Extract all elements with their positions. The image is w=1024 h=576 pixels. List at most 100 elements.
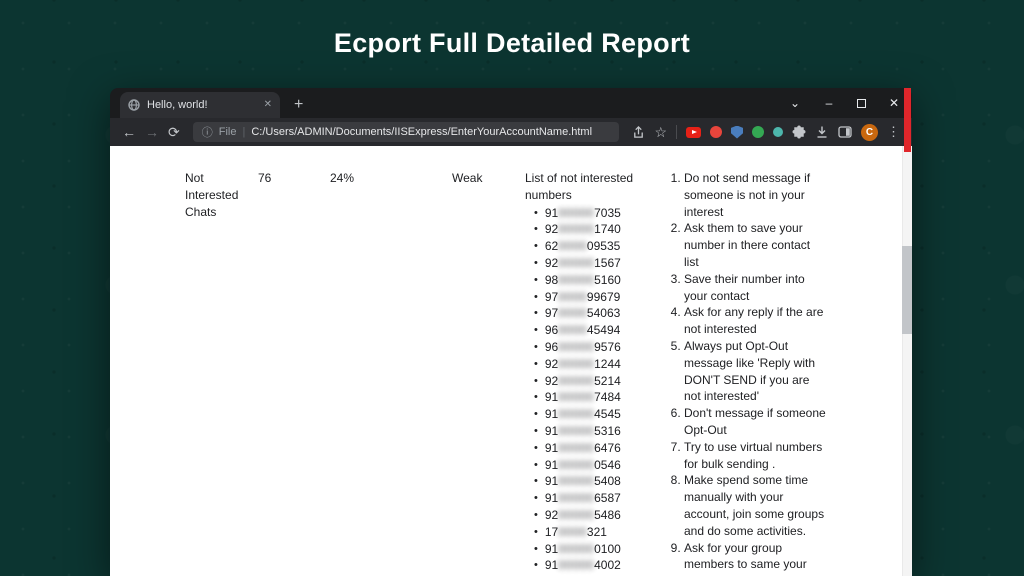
red-edge-strip bbox=[904, 88, 911, 152]
bullet-icon: • bbox=[534, 557, 538, 574]
bullet-icon: • bbox=[534, 423, 538, 440]
phone-number-text: 91000005316 bbox=[545, 423, 621, 440]
toolbar-right-icons: ☆ C ⋮ bbox=[632, 124, 900, 141]
phone-number-text: 91000004002 bbox=[545, 557, 621, 574]
phone-number-item: • 91000006476 bbox=[534, 440, 647, 457]
tip-item: Always put Opt-Out message like 'Reply w… bbox=[684, 338, 826, 405]
phone-number-item: • 91000000100 bbox=[534, 541, 647, 558]
youtube-extension-icon[interactable] bbox=[686, 127, 701, 138]
red-extension-icon[interactable] bbox=[710, 126, 722, 138]
bullet-icon: • bbox=[534, 255, 538, 272]
phone-number-item: • 97000099679 bbox=[534, 289, 647, 306]
window-close-icon[interactable]: ✕ bbox=[888, 97, 900, 109]
phone-number-text: 91000000100 bbox=[545, 541, 621, 558]
page-scrollbar-thumb[interactable] bbox=[902, 246, 912, 334]
phone-number-item: •91000005408 bbox=[534, 473, 647, 490]
window-minimize-icon[interactable]: – bbox=[823, 97, 835, 109]
bullet-icon: • bbox=[534, 406, 538, 423]
phone-number-item: • 97000054063 bbox=[534, 305, 647, 322]
bullet-icon: • bbox=[534, 322, 538, 339]
page-scrollbar-track[interactable] bbox=[902, 146, 912, 576]
tip-item: Ask for your group members to same your … bbox=[684, 540, 826, 576]
tab-close-icon[interactable]: ✕ bbox=[264, 100, 272, 110]
phone-number-text: 91000007035 bbox=[545, 205, 621, 222]
toolbar-separator bbox=[676, 125, 677, 139]
browser-toolbar: ← → ⟳ ⓘ File | C:/Users/ADMIN/Documents/… bbox=[110, 118, 912, 146]
bullet-icon: • bbox=[534, 356, 538, 373]
back-icon[interactable]: ← bbox=[122, 125, 136, 139]
phone-number-text: 92000005214 bbox=[545, 373, 621, 390]
phone-number-text: 91000004545 bbox=[545, 406, 621, 423]
address-divider: | bbox=[242, 126, 245, 138]
tips-column: Do not send message if someone is not in… bbox=[668, 170, 826, 576]
side-panel-icon[interactable] bbox=[838, 125, 852, 139]
tip-item: Ask them to save your number in there co… bbox=[684, 220, 826, 270]
phone-number-item: •92000001567 bbox=[534, 255, 647, 272]
bullet-icon: • bbox=[534, 305, 538, 322]
menu-kebab-icon[interactable]: ⋮ bbox=[887, 124, 900, 140]
phone-number-text: 91000006476 bbox=[545, 440, 621, 457]
extensions-puzzle-icon[interactable] bbox=[792, 125, 806, 139]
teal-extension-icon[interactable] bbox=[773, 127, 783, 137]
forward-icon[interactable]: → bbox=[145, 125, 159, 139]
shield-extension-icon[interactable] bbox=[731, 126, 743, 139]
green-extension-icon[interactable] bbox=[752, 126, 764, 138]
phone-number-item: •91000000546 bbox=[534, 457, 647, 474]
phone-number-text: 92000005486 bbox=[545, 507, 621, 524]
bullet-icon: • bbox=[534, 440, 538, 457]
phone-number-text: 91000007484 bbox=[545, 389, 621, 406]
phone-number-item: •62000009535 bbox=[534, 238, 647, 255]
phone-number-item: • 92000001244 bbox=[534, 356, 647, 373]
tip-item: Make spend some time manually with your … bbox=[684, 472, 826, 539]
bullet-icon: • bbox=[534, 541, 538, 558]
phone-number-text: 91000006587 bbox=[545, 490, 621, 507]
phone-number-item: • 170000321 bbox=[534, 524, 647, 541]
phone-number-text: 98000005160 bbox=[545, 272, 621, 289]
bullet-icon: • bbox=[534, 389, 538, 406]
phone-number-text: 97000054063 bbox=[545, 305, 620, 322]
reload-icon[interactable]: ⟳ bbox=[168, 125, 180, 139]
phone-number-item: • 92000005214 bbox=[534, 373, 647, 390]
bullet-icon: • bbox=[534, 373, 538, 390]
page-info-icon[interactable]: ⓘ bbox=[202, 124, 213, 140]
phone-number-text: 97000099679 bbox=[545, 289, 620, 306]
bullet-icon: • bbox=[534, 524, 538, 541]
window-menu-chevron-icon[interactable]: ⌄ bbox=[789, 97, 801, 109]
phone-number-text: 96000009576 bbox=[545, 339, 621, 356]
tip-item: Ask for any reply if the are not interes… bbox=[684, 304, 826, 338]
bullet-icon: • bbox=[534, 272, 538, 289]
address-url: C:/Users/ADMIN/Documents/IISExpress/Ente… bbox=[251, 126, 592, 138]
share-icon[interactable] bbox=[632, 126, 645, 139]
phone-number-item: • 91000007484 bbox=[534, 389, 647, 406]
download-icon[interactable] bbox=[815, 125, 829, 139]
bullet-icon: • bbox=[534, 205, 538, 222]
report-page: Not Interested Chats 76 24% Weak List of… bbox=[110, 146, 912, 576]
profile-avatar[interactable]: C bbox=[861, 124, 878, 141]
bookmark-star-icon[interactable]: ☆ bbox=[654, 125, 667, 139]
row-label: Not Interested Chats bbox=[185, 170, 249, 220]
bullet-icon: • bbox=[534, 473, 538, 490]
tab-favicon-icon bbox=[128, 99, 140, 111]
phone-number-item: • 91000004545 bbox=[534, 406, 647, 423]
bullet-icon: • bbox=[534, 507, 538, 524]
new-tab-button[interactable]: + bbox=[294, 97, 303, 113]
bullet-icon: • bbox=[534, 221, 538, 238]
phone-number-text: 91000000546 bbox=[545, 457, 621, 474]
phone-number-item: • 92000001740 bbox=[534, 221, 647, 238]
bullet-icon: • bbox=[534, 238, 538, 255]
browser-window: Hello, world! ✕ + ⌄ – ✕ ← → ⟳ ⓘ File | C… bbox=[110, 88, 912, 576]
phone-number-text: 92000001740 bbox=[545, 221, 621, 238]
phone-number-text: 170000321 bbox=[545, 524, 607, 541]
bullet-icon: • bbox=[534, 289, 538, 306]
window-maximize-icon[interactable] bbox=[857, 99, 866, 108]
browser-tab[interactable]: Hello, world! ✕ bbox=[120, 92, 280, 118]
phone-number-text: 92000001244 bbox=[545, 356, 621, 373]
browser-tab-strip: Hello, world! ✕ + ⌄ – ✕ bbox=[110, 88, 912, 118]
tab-title: Hello, world! bbox=[147, 99, 257, 111]
row-count: 76 bbox=[258, 170, 271, 187]
address-bar[interactable]: ⓘ File | C:/Users/ADMIN/Documents/IISExp… bbox=[193, 122, 620, 142]
phone-number-item: •91000006587 bbox=[534, 490, 647, 507]
phone-number-item: • 92000005486 bbox=[534, 507, 647, 524]
window-controls: ⌄ – ✕ bbox=[789, 88, 900, 118]
tip-item: Do not send message if someone is not in… bbox=[684, 170, 826, 220]
